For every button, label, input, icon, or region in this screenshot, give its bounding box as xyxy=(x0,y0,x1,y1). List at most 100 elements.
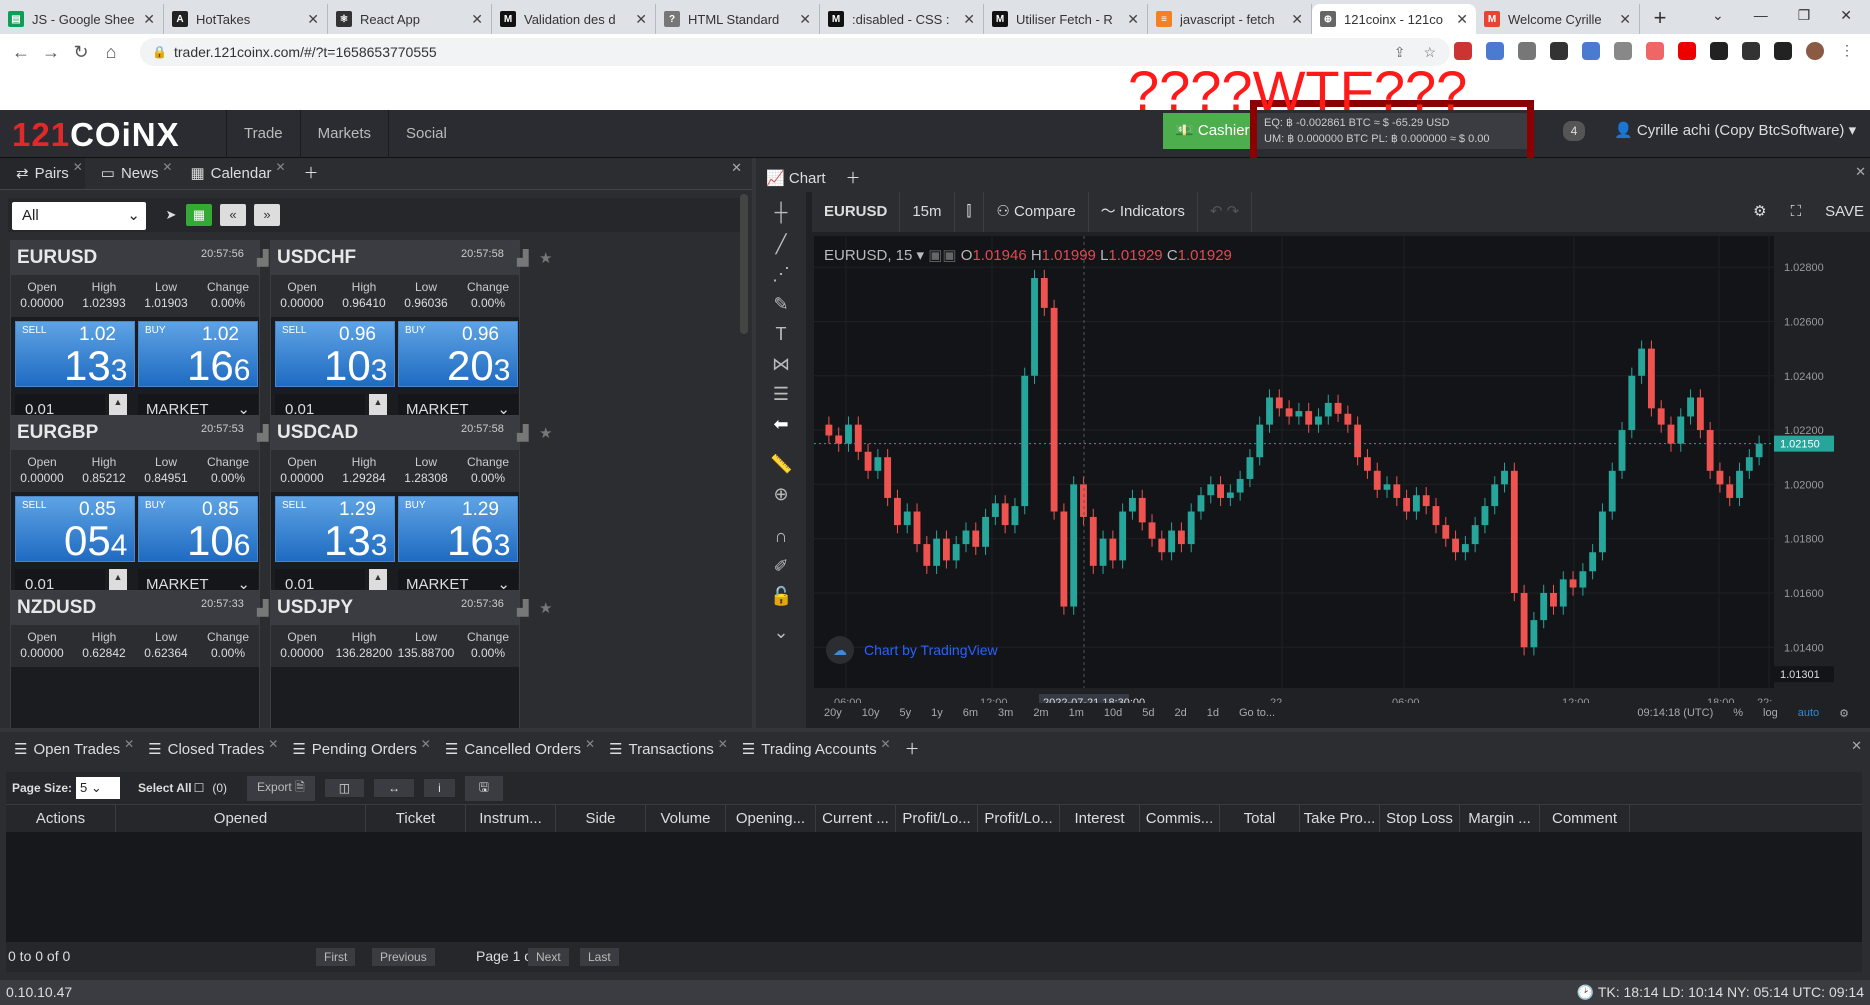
chart-icon[interactable]: ▟ xyxy=(517,424,529,442)
candle[interactable] xyxy=(1471,525,1479,545)
candle[interactable] xyxy=(1510,470,1518,593)
candle[interactable] xyxy=(1138,497,1146,523)
crosshair-icon[interactable]: ┼ xyxy=(770,202,792,224)
chart-icon[interactable]: ▟ xyxy=(257,599,269,617)
close-panel-icon[interactable]: ✕ xyxy=(1855,164,1866,180)
candle[interactable] xyxy=(874,457,882,471)
candle[interactable] xyxy=(1608,470,1616,512)
save-button[interactable]: SAVE xyxy=(1825,192,1864,232)
candle[interactable] xyxy=(1657,408,1665,425)
browser-tab[interactable]: M:disabled - CSS : ✕ xyxy=(820,4,984,34)
candle[interactable] xyxy=(1755,443,1763,458)
candle[interactable] xyxy=(1187,511,1195,545)
column-header[interactable]: Profit/Lo... xyxy=(896,805,978,832)
buy-button[interactable]: BUY 1.02 166 xyxy=(138,321,258,389)
candle[interactable] xyxy=(1726,484,1734,498)
chart-icon[interactable]: ▟ xyxy=(517,599,529,617)
sidepanel-icon[interactable] xyxy=(1774,42,1792,60)
candle[interactable] xyxy=(1266,397,1273,425)
candle[interactable] xyxy=(1373,470,1381,490)
candle[interactable] xyxy=(991,503,999,517)
add-tab-icon[interactable]: ＋ xyxy=(836,158,871,192)
extension-icon[interactable] xyxy=(1678,42,1696,60)
candle[interactable] xyxy=(1550,592,1557,607)
nav-social[interactable]: Social xyxy=(387,110,464,158)
candle[interactable] xyxy=(1060,511,1068,607)
candle[interactable] xyxy=(1148,522,1156,539)
candle[interactable] xyxy=(1745,457,1753,471)
candle[interactable] xyxy=(1050,307,1058,512)
candle[interactable] xyxy=(1481,506,1489,526)
candle[interactable] xyxy=(1275,397,1283,409)
candle[interactable] xyxy=(864,451,872,471)
candle[interactable] xyxy=(1021,375,1029,507)
tab-pending-orders[interactable]: ☰ Pending Orders ✕ xyxy=(278,732,431,768)
range-button[interactable]: 1d xyxy=(1197,707,1229,719)
restore-icon[interactable]: ❐ xyxy=(1798,7,1811,24)
close-panel-icon[interactable]: ✕ xyxy=(731,160,742,176)
extension-icon[interactable] xyxy=(1710,42,1728,60)
browser-tab[interactable]: M Utiliser Fetch - R ✕ xyxy=(984,4,1148,34)
candle[interactable] xyxy=(1579,571,1587,588)
range-button[interactable]: 2d xyxy=(1164,707,1196,719)
candle[interactable] xyxy=(1285,408,1293,417)
candle[interactable] xyxy=(1736,470,1743,498)
tab-closed-trades[interactable]: ☰ Closed Trades ✕ xyxy=(134,732,278,768)
previous-button[interactable]: Previous xyxy=(372,948,435,966)
candle[interactable] xyxy=(1677,416,1685,444)
candle[interactable] xyxy=(1403,497,1411,512)
column-header[interactable]: Opening... xyxy=(726,805,816,832)
candle[interactable] xyxy=(894,497,901,526)
browser-tab[interactable]: ⊕ 121coinx - 121co ✕ xyxy=(1312,4,1476,34)
puzzle-icon[interactable] xyxy=(1742,42,1760,60)
tradingview-attribution[interactable]: ☁ Chart by TradingView xyxy=(826,636,998,664)
candle[interactable] xyxy=(1383,484,1391,490)
notification-badge[interactable]: 4 xyxy=(1563,121,1585,141)
pattern-icon[interactable]: ⋈ xyxy=(770,354,792,376)
candle[interactable] xyxy=(962,530,970,545)
candle[interactable] xyxy=(1031,278,1038,376)
tab-calendar[interactable]: ▦ Calendar ✕ xyxy=(174,158,287,189)
last-button[interactable]: Last xyxy=(580,948,619,966)
extension-icon[interactable] xyxy=(1518,42,1536,60)
minimize-icon[interactable]: — xyxy=(1754,7,1768,23)
browser-tab[interactable]: ⚛ React App ✕ xyxy=(328,4,492,34)
candle[interactable] xyxy=(1569,579,1577,588)
candle[interactable] xyxy=(1647,348,1655,409)
candle[interactable] xyxy=(1393,484,1401,498)
settings-gear-icon[interactable]: ⚙ xyxy=(1829,707,1859,720)
tab-cancelled-orders[interactable]: ☰ Cancelled Orders ✕ xyxy=(431,732,595,768)
candle[interactable] xyxy=(982,516,989,547)
range-button[interactable]: 5d xyxy=(1132,707,1164,719)
candle[interactable] xyxy=(1226,492,1234,498)
pointer-icon[interactable]: ➤ xyxy=(158,204,184,226)
candle[interactable] xyxy=(1452,538,1459,553)
scale-toggle[interactable]: % xyxy=(1723,707,1753,720)
candle[interactable] xyxy=(845,424,852,444)
candle[interactable] xyxy=(1442,525,1450,539)
candle[interactable] xyxy=(1001,503,1009,526)
next-button[interactable]: Next xyxy=(528,948,569,966)
candle[interactable] xyxy=(1177,530,1185,545)
next-icon[interactable]: » xyxy=(254,204,280,226)
nav-markets[interactable]: Markets xyxy=(299,110,388,158)
browser-tab[interactable]: ≡ javascript - fetch ✕ xyxy=(1148,4,1312,34)
extension-icon[interactable] xyxy=(1646,42,1664,60)
chart-icon[interactable]: ▟ xyxy=(257,424,269,442)
extension-icon[interactable] xyxy=(1486,42,1504,60)
column-header[interactable]: Current ... xyxy=(816,805,896,832)
column-header[interactable]: Profit/Lo... xyxy=(978,805,1060,832)
select-all-checkbox[interactable]: ☐ xyxy=(194,781,205,795)
back-icon[interactable]: ← xyxy=(6,42,36,63)
close-tab-icon[interactable]: ✕ xyxy=(1456,11,1468,28)
candle[interactable] xyxy=(1364,457,1371,471)
candle[interactable] xyxy=(1412,495,1420,512)
range-button[interactable]: 3m xyxy=(988,707,1023,719)
scale-toggle[interactable]: log xyxy=(1753,707,1788,720)
range-button[interactable]: 10d xyxy=(1094,707,1132,719)
sell-button[interactable]: SELL 0.85 054 xyxy=(15,496,135,564)
home-icon[interactable]: ⌂ xyxy=(96,42,126,63)
range-button[interactable]: 1y xyxy=(921,707,953,719)
sell-button[interactable]: SELL 1.29 133 xyxy=(275,496,395,564)
candle[interactable] xyxy=(1461,544,1469,553)
